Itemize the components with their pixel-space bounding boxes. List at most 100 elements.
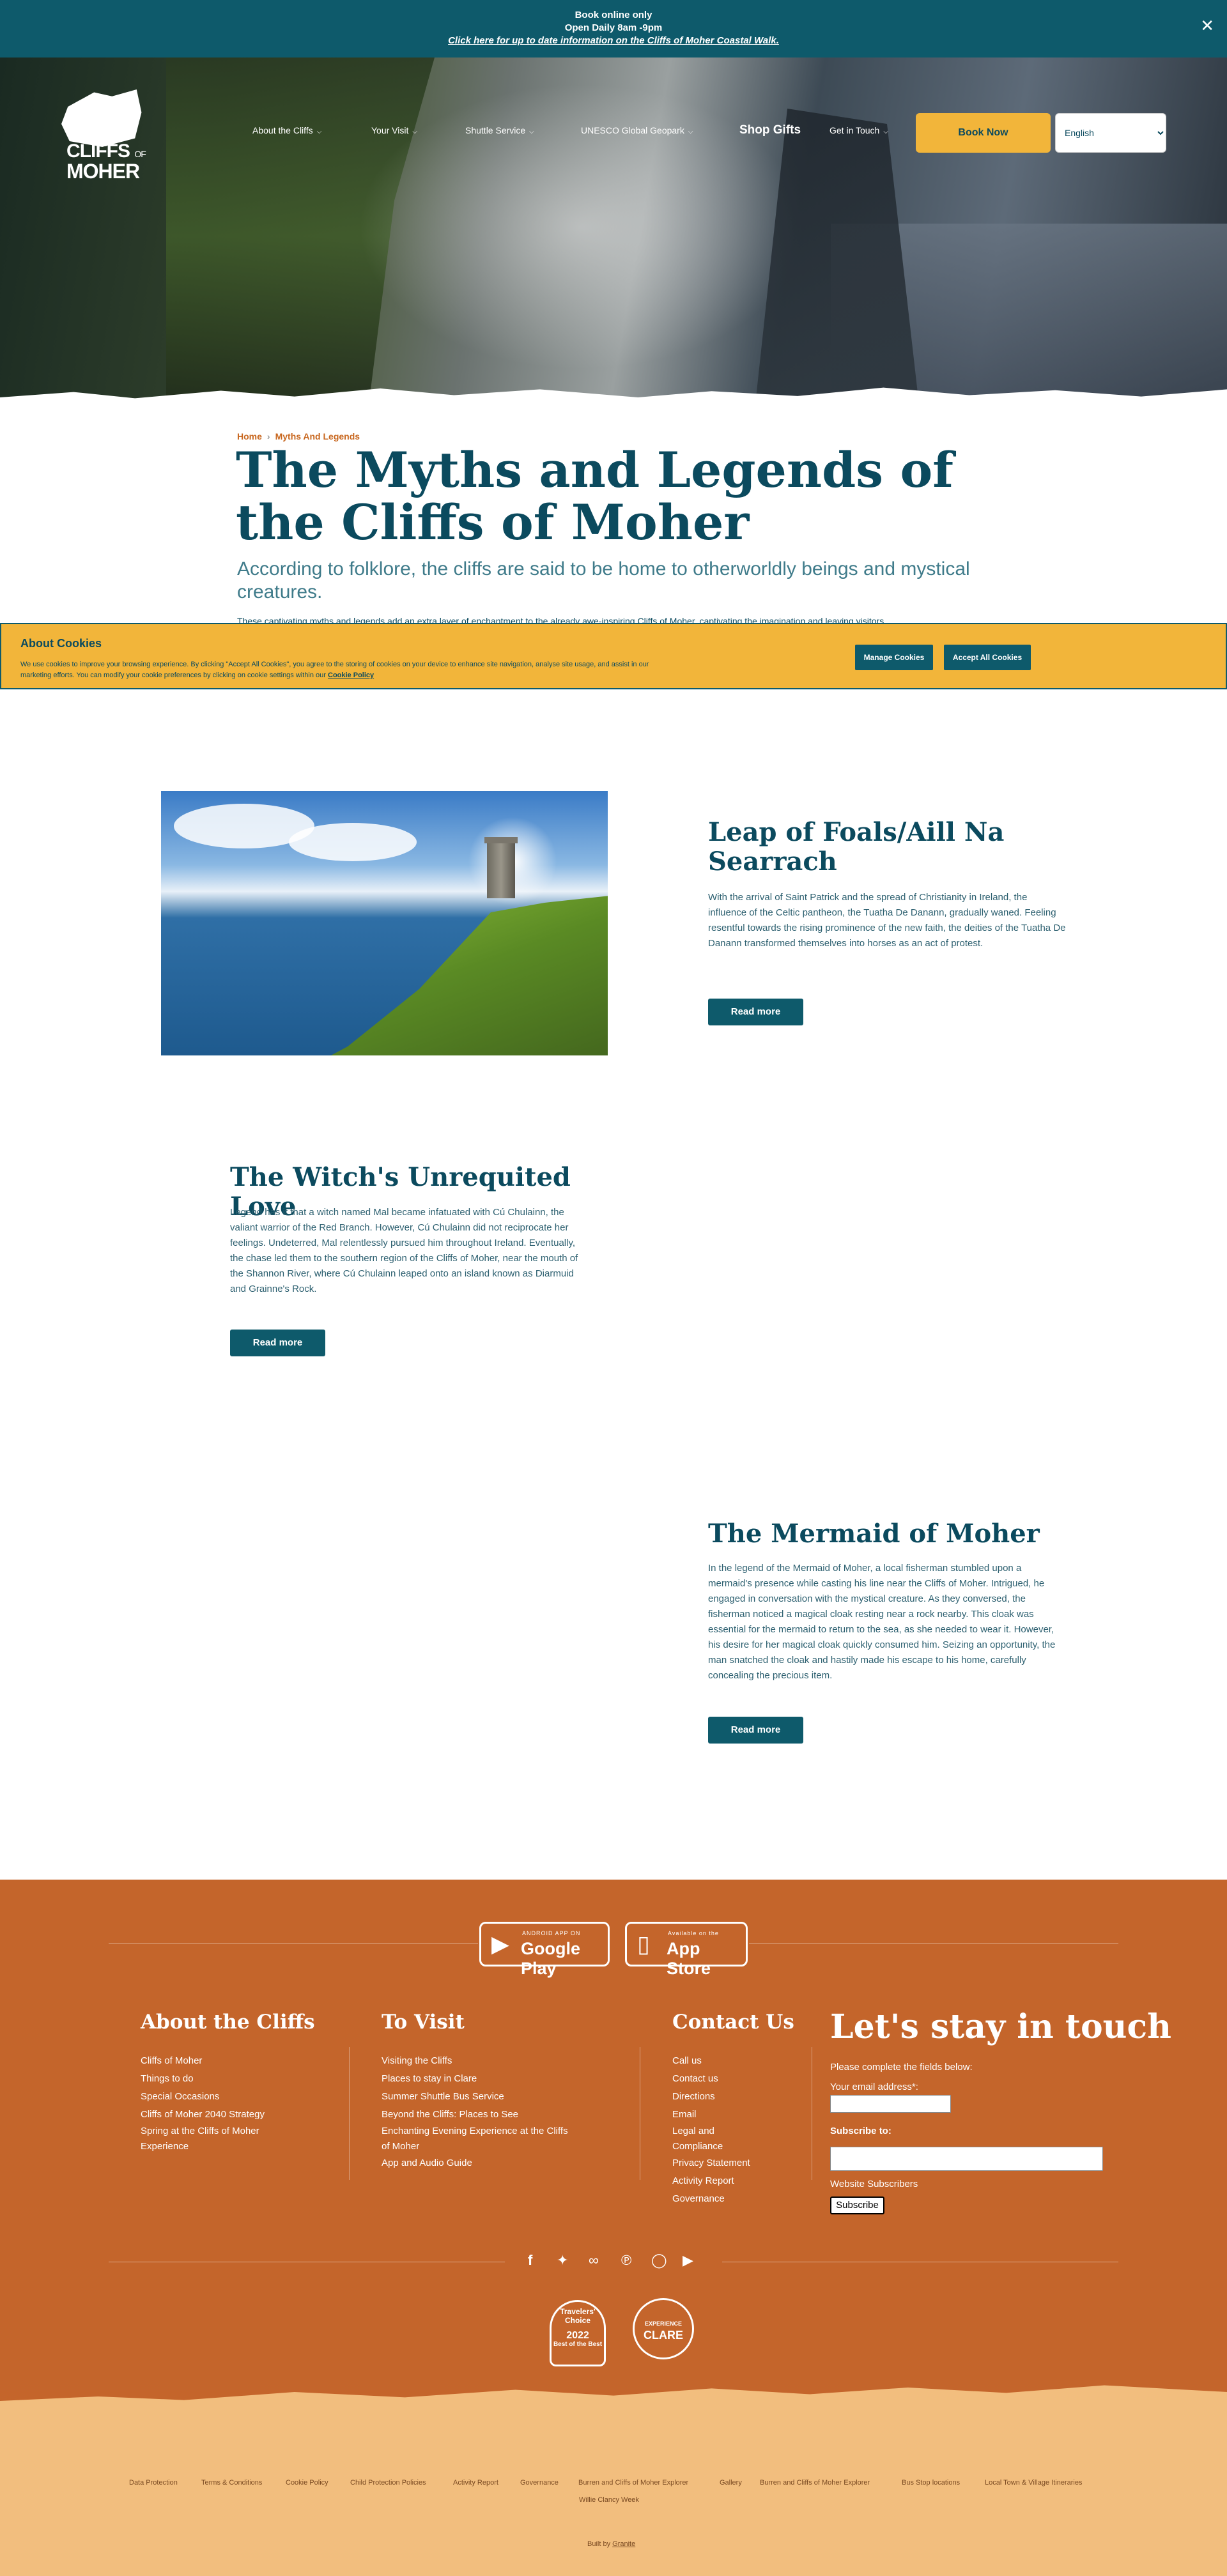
footer-link[interactable]: Governance xyxy=(672,2190,768,2208)
footer-link[interactable]: Visiting the Cliffs xyxy=(382,2052,573,2070)
announcement-link[interactable]: Click here for up to date information on… xyxy=(0,34,1227,47)
footer-bottom-link[interactable]: Bus Stop locations xyxy=(902,2479,960,2487)
nav-item-shop[interactable]: Shop Gifts xyxy=(739,123,801,137)
footer-bottom-link[interactable]: Gallery xyxy=(720,2479,742,2487)
footer-link[interactable]: Spring at the Cliffs of Moher Experience xyxy=(141,2124,288,2154)
store-small-label: Available on the xyxy=(668,1930,719,1936)
read-more-button[interactable]: Read more xyxy=(708,999,803,1025)
footer-bottom-link[interactable]: Activity Report xyxy=(453,2479,498,2487)
award-year: 2022 xyxy=(566,2330,589,2341)
subscribe-list-input[interactable] xyxy=(830,2147,1103,2171)
manage-cookies-button[interactable]: Manage Cookies xyxy=(855,645,933,670)
footer-link[interactable]: Contact us xyxy=(672,2070,768,2088)
subscribe-to-label: Subscribe to: xyxy=(830,2126,891,2136)
cliff-land xyxy=(276,893,608,1055)
footer-link[interactable]: Call us xyxy=(672,2052,768,2070)
nav-label: UNESCO Global Geopark xyxy=(581,125,684,135)
nav-label: About the Cliffs xyxy=(252,125,313,135)
footer-bottom-link[interactable]: Burren and Cliffs of Moher Explorer xyxy=(578,2479,688,2487)
chevron-down-icon: ⌵ xyxy=(688,128,693,135)
footer-link[interactable]: Privacy Statement xyxy=(672,2154,768,2172)
footer: ▶ ANDROID APP ON Google Play ▯ Available… xyxy=(0,1880,1227,2448)
facebook-icon[interactable]: f xyxy=(528,2252,532,2269)
footer-link[interactable]: Legal and Compliance xyxy=(672,2124,743,2154)
nav-label: Get in Touch xyxy=(830,125,880,135)
book-now-button[interactable]: Book Now xyxy=(916,113,1051,153)
store-big-label: Google Play xyxy=(521,1939,580,1978)
announcement-line-2: Open Daily 8am -9pm xyxy=(564,22,663,33)
footer-visit-links: Visiting the Cliffs Places to stay in Cl… xyxy=(382,2052,573,2172)
footer-link[interactable]: Email xyxy=(672,2106,768,2124)
instagram-icon[interactable]: ◯ xyxy=(651,2252,667,2269)
footer-link[interactable]: Beyond the Cliffs: Places to See xyxy=(382,2106,573,2124)
divider xyxy=(109,1943,478,1944)
section-text: With the arrival of Saint Patrick and th… xyxy=(708,892,1066,949)
breadcrumb: Home › Myths And Legends xyxy=(237,431,360,441)
footer-about-links: Cliffs of Moher Things to do Special Occ… xyxy=(141,2052,288,2154)
subscribe-button[interactable]: Subscribe xyxy=(830,2196,884,2214)
phone-icon: ▯ xyxy=(637,1931,650,1957)
breadcrumb-home[interactable]: Home xyxy=(237,431,262,441)
footer-bottom-link[interactable]: Willie Clancy Week xyxy=(579,2496,639,2504)
footer-bottom-link[interactable]: Terms & Conditions xyxy=(201,2479,262,2487)
section-title: The Mermaid of Moher xyxy=(708,1519,1040,1549)
nav-item-shuttle[interactable]: Shuttle Service ⌵ xyxy=(465,125,534,135)
read-more-button[interactable]: Read more xyxy=(230,1330,325,1356)
newsletter-intro: Please complete the fields below: xyxy=(830,2062,973,2073)
nav-label: Shuttle Service xyxy=(465,125,526,135)
footer-link[interactable]: Cliffs of Moher xyxy=(141,2052,288,2070)
nav-label: Your Visit xyxy=(371,125,409,135)
google-play-icon: ▶ xyxy=(491,1931,509,1957)
app-store-button[interactable]: ▯ Available on the App Store xyxy=(625,1922,748,1978)
store-small-label: ANDROID APP ON xyxy=(522,1930,581,1936)
language-select[interactable]: English xyxy=(1055,113,1166,153)
read-more-button[interactable]: Read more xyxy=(708,1717,803,1744)
youtube-icon[interactable]: ▶ xyxy=(683,2252,693,2269)
footer-link[interactable]: Activity Report xyxy=(672,2172,768,2190)
email-label: Your email address*: xyxy=(830,2082,918,2092)
tower xyxy=(484,837,518,898)
email-input[interactable] xyxy=(830,2095,951,2113)
twitter-icon[interactable]: ✦ xyxy=(557,2252,568,2269)
cookie-title: About Cookies xyxy=(20,637,102,650)
footer-link[interactable]: Directions xyxy=(672,2088,768,2106)
footer-bottom-link[interactable]: Data Protection xyxy=(129,2479,178,2487)
nav-item-visit[interactable]: Your Visit ⌵ xyxy=(371,125,417,135)
footer-link[interactable]: Things to do xyxy=(141,2070,288,2088)
nav-item-contact[interactable]: Get in Touch ⌵ xyxy=(830,125,888,135)
accept-cookies-button[interactable]: Accept All Cookies xyxy=(944,645,1031,670)
built-by-link[interactable]: Granite xyxy=(612,2540,635,2548)
castle-cliff-image xyxy=(161,791,608,1055)
footer-bottom-link[interactable]: Governance xyxy=(520,2479,559,2487)
footer-link[interactable]: App and Audio Guide xyxy=(382,2154,573,2172)
cloud xyxy=(289,823,417,861)
footer-bottom-link[interactable]: Cookie Policy xyxy=(286,2479,328,2487)
footer-bottom-link[interactable]: Burren and Cliffs of Moher Explorer xyxy=(760,2479,870,2487)
newsletter-title: Let's stay in touch xyxy=(830,2007,1171,2046)
footer-link[interactable]: Places to stay in Clare xyxy=(382,2070,573,2088)
footer-link[interactable]: Cliffs of Moher 2040 Strategy xyxy=(141,2106,288,2124)
footer-link[interactable]: Enchanting Evening Experience at the Cli… xyxy=(382,2124,573,2154)
footer-link[interactable]: Special Occasions xyxy=(141,2088,288,2106)
award-line: Choice xyxy=(564,2316,590,2325)
footer-bottom-link[interactable]: Child Protection Policies xyxy=(350,2479,426,2487)
cookie-policy-link[interactable]: Cookie Policy xyxy=(328,671,374,679)
page-title: The Myths and Legends of the Cliffs of M… xyxy=(236,441,953,551)
section-text: In the legend of the Mermaid of Moher, a… xyxy=(708,1563,1056,1681)
pinterest-icon[interactable]: ℗ xyxy=(621,2252,631,2269)
footer-about-title: About the Cliffs xyxy=(141,2011,315,2034)
google-play-button[interactable]: ▶ ANDROID APP ON Google Play xyxy=(479,1922,610,1978)
built-by-label: Built by xyxy=(587,2540,611,2548)
chevron-right-icon: › xyxy=(266,431,270,441)
close-icon[interactable]: ✕ xyxy=(1200,17,1214,34)
footer-link[interactable]: Summer Shuttle Bus Service xyxy=(382,2088,573,2106)
chevron-down-icon: ⌵ xyxy=(316,128,322,135)
tripadvisor-icon[interactable]: ∞ xyxy=(589,2252,599,2269)
breadcrumb-current: Myths And Legends xyxy=(275,431,360,441)
award-line: Best of the Best xyxy=(553,2341,603,2348)
nav-item-geopark[interactable]: UNESCO Global Geopark ⌵ xyxy=(581,125,693,135)
nav-item-about[interactable]: About the Cliffs ⌵ xyxy=(252,125,321,135)
section-text: Legend has it that a witch named Mal bec… xyxy=(230,1207,578,1294)
award-line: Travelers' xyxy=(560,2307,596,2316)
footer-bottom-link[interactable]: Local Town & Village Itineraries xyxy=(985,2479,1082,2487)
